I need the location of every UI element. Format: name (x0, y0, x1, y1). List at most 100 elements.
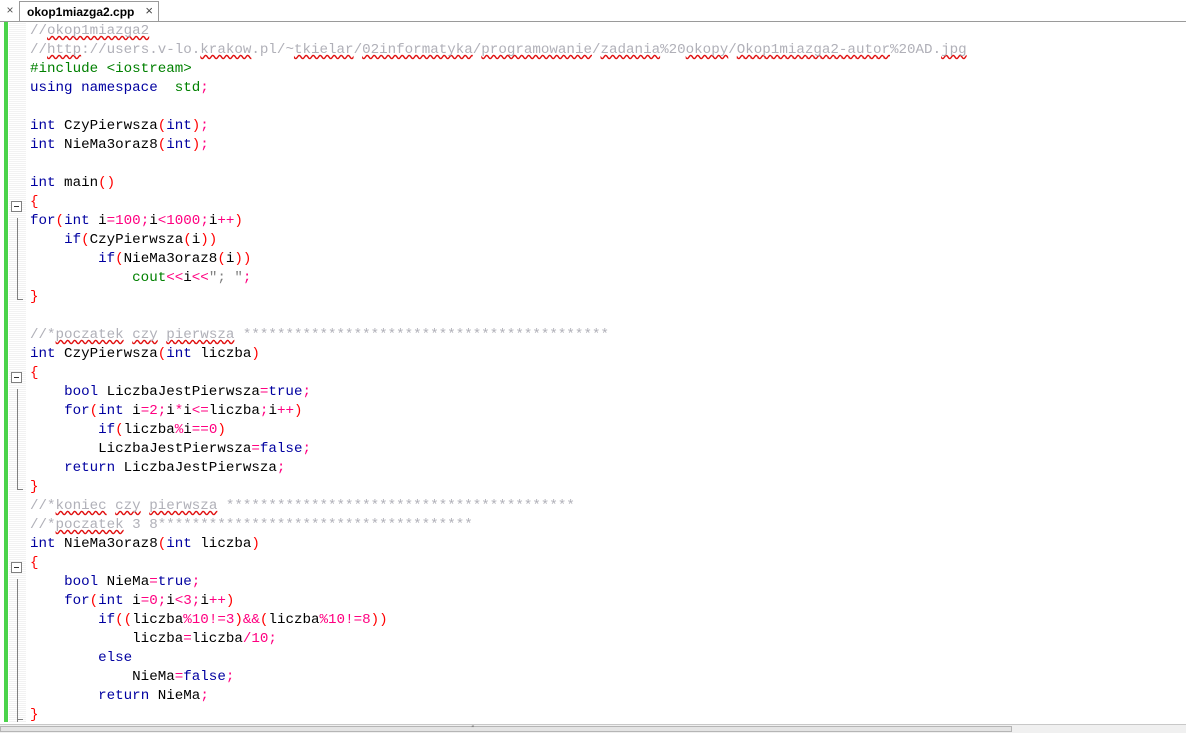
code-token: http (47, 42, 82, 58)
code-line[interactable] (30, 155, 967, 174)
code-token: i (89, 213, 107, 229)
code-token: using namespace (30, 80, 158, 96)
close-all-icon[interactable]: × (3, 3, 17, 17)
code-token: ) (293, 403, 303, 419)
tab-okop1miazga2[interactable]: okop1miazga2.cpp × (19, 1, 159, 21)
code-line[interactable]: //*poczatek 3 8*************************… (30, 516, 967, 535)
code-line[interactable]: using namespace std; (30, 79, 967, 98)
code-token: ) (225, 593, 235, 609)
tab-close-icon[interactable]: × (145, 4, 153, 18)
code-line[interactable]: { (30, 364, 967, 383)
code-line[interactable]: if(liczba%i==0) (30, 421, 967, 440)
code-token: czy (132, 327, 158, 343)
code-line[interactable]: return NieMa; (30, 687, 967, 706)
code-line[interactable]: //http://users.v-lo.krakow.pl/~tkielar/0… (30, 41, 967, 60)
code-token: ( (157, 118, 167, 134)
code-token: tkielar (293, 42, 354, 58)
code-editor[interactable]: //okop1miazga2//http://users.v-lo.krakow… (0, 22, 1186, 724)
code-token: } (30, 707, 39, 723)
code-token: ; (200, 118, 209, 134)
code-line[interactable]: //*poczatek czy pierwsza ***************… (30, 326, 967, 345)
code-line[interactable]: if(CzyPierwsza(i)) (30, 231, 967, 250)
code-line[interactable]: return LiczbaJestPierwsza; (30, 459, 967, 478)
code-line[interactable]: #include <iostream> (30, 60, 967, 79)
code-line[interactable]: int main() (30, 174, 967, 193)
code-line[interactable]: if(NieMa3oraz8(i)) (30, 250, 967, 269)
code-line[interactable]: bool NieMa=true; (30, 573, 967, 592)
code-token: poczatek (55, 327, 124, 343)
code-token: i (123, 403, 141, 419)
code-line[interactable] (30, 98, 967, 117)
code-line[interactable]: bool LiczbaJestPierwsza=true; (30, 383, 967, 402)
code-line[interactable]: for(int i=2;i*i<=liczba;i++) (30, 402, 967, 421)
code-line[interactable]: //*koniec czy pierwsza *****************… (30, 497, 967, 516)
code-token: 1000 (166, 213, 201, 229)
code-line[interactable]: cout<<i<<"; "; (30, 269, 967, 288)
code-token: 100 (115, 213, 141, 229)
code-token: // (30, 42, 48, 58)
code-line[interactable]: if((liczba%10!=3)&&(liczba%10!=8)) (30, 611, 967, 630)
fold-minus-icon[interactable] (11, 201, 22, 212)
code-token: NieMa (98, 574, 150, 590)
code-token: poczatek (55, 517, 124, 533)
code-token: for (64, 593, 90, 609)
code-token: int (30, 536, 56, 552)
code-line[interactable]: liczba=liczba/10; (30, 630, 967, 649)
code-line[interactable]: for(int i=0;i<3;i++) (30, 592, 967, 611)
code-line[interactable]: } (30, 706, 967, 725)
scrollbar-thumb[interactable] (0, 726, 1012, 732)
fold-minus-icon[interactable] (11, 562, 22, 573)
code-token: return (64, 460, 116, 476)
code-token: / (353, 42, 363, 58)
code-line[interactable]: else (30, 649, 967, 668)
code-token: = (183, 631, 192, 647)
code-line[interactable]: LiczbaJestPierwsza=false; (30, 440, 967, 459)
code-token: ( (55, 213, 65, 229)
code-token: int (98, 593, 124, 609)
code-token: jpg (941, 42, 967, 58)
code-line[interactable]: { (30, 554, 967, 573)
code-line[interactable]: { (30, 193, 967, 212)
code-token: ++ (276, 403, 294, 419)
code-token: ( (89, 403, 99, 419)
code-line[interactable]: } (30, 288, 967, 307)
code-token: LiczbaJestPierwsza (98, 384, 260, 400)
code-line[interactable]: int CzyPierwsza(int); (30, 117, 967, 136)
code-token: << (166, 270, 184, 286)
code-line[interactable]: } (30, 478, 967, 497)
code-line[interactable] (30, 307, 967, 326)
fold-minus-icon[interactable] (11, 372, 22, 383)
code-token: liczba (208, 403, 260, 419)
code-token: cout (132, 270, 167, 286)
code-text[interactable]: //okop1miazga2//http://users.v-lo.krakow… (30, 22, 967, 725)
fold-guide-main (17, 218, 18, 299)
code-line[interactable]: NieMa=false; (30, 668, 967, 687)
code-token: int (166, 118, 192, 134)
code-token: != (345, 612, 363, 628)
code-token: ; (302, 384, 311, 400)
fold-guide-niema (17, 579, 18, 722)
code-token: ; (157, 593, 167, 609)
code-line[interactable]: int NieMa3oraz8(int); (30, 136, 967, 155)
code-token: { (30, 365, 39, 381)
code-token: ; (242, 270, 252, 286)
code-line[interactable]: for(int i=100;i<1000;i++) (30, 212, 967, 231)
code-token: i (149, 213, 158, 229)
code-line[interactable]: int NieMa3oraz8(int liczba) (30, 535, 967, 554)
code-token: () (98, 175, 116, 191)
code-token: ( (89, 593, 99, 609)
code-token: true (157, 574, 192, 590)
code-token: ; (200, 80, 209, 96)
code-line[interactable]: int CzyPierwsza(int liczba) (30, 345, 967, 364)
code-line[interactable]: //okop1miazga2 (30, 22, 967, 41)
code-token: int (64, 213, 90, 229)
